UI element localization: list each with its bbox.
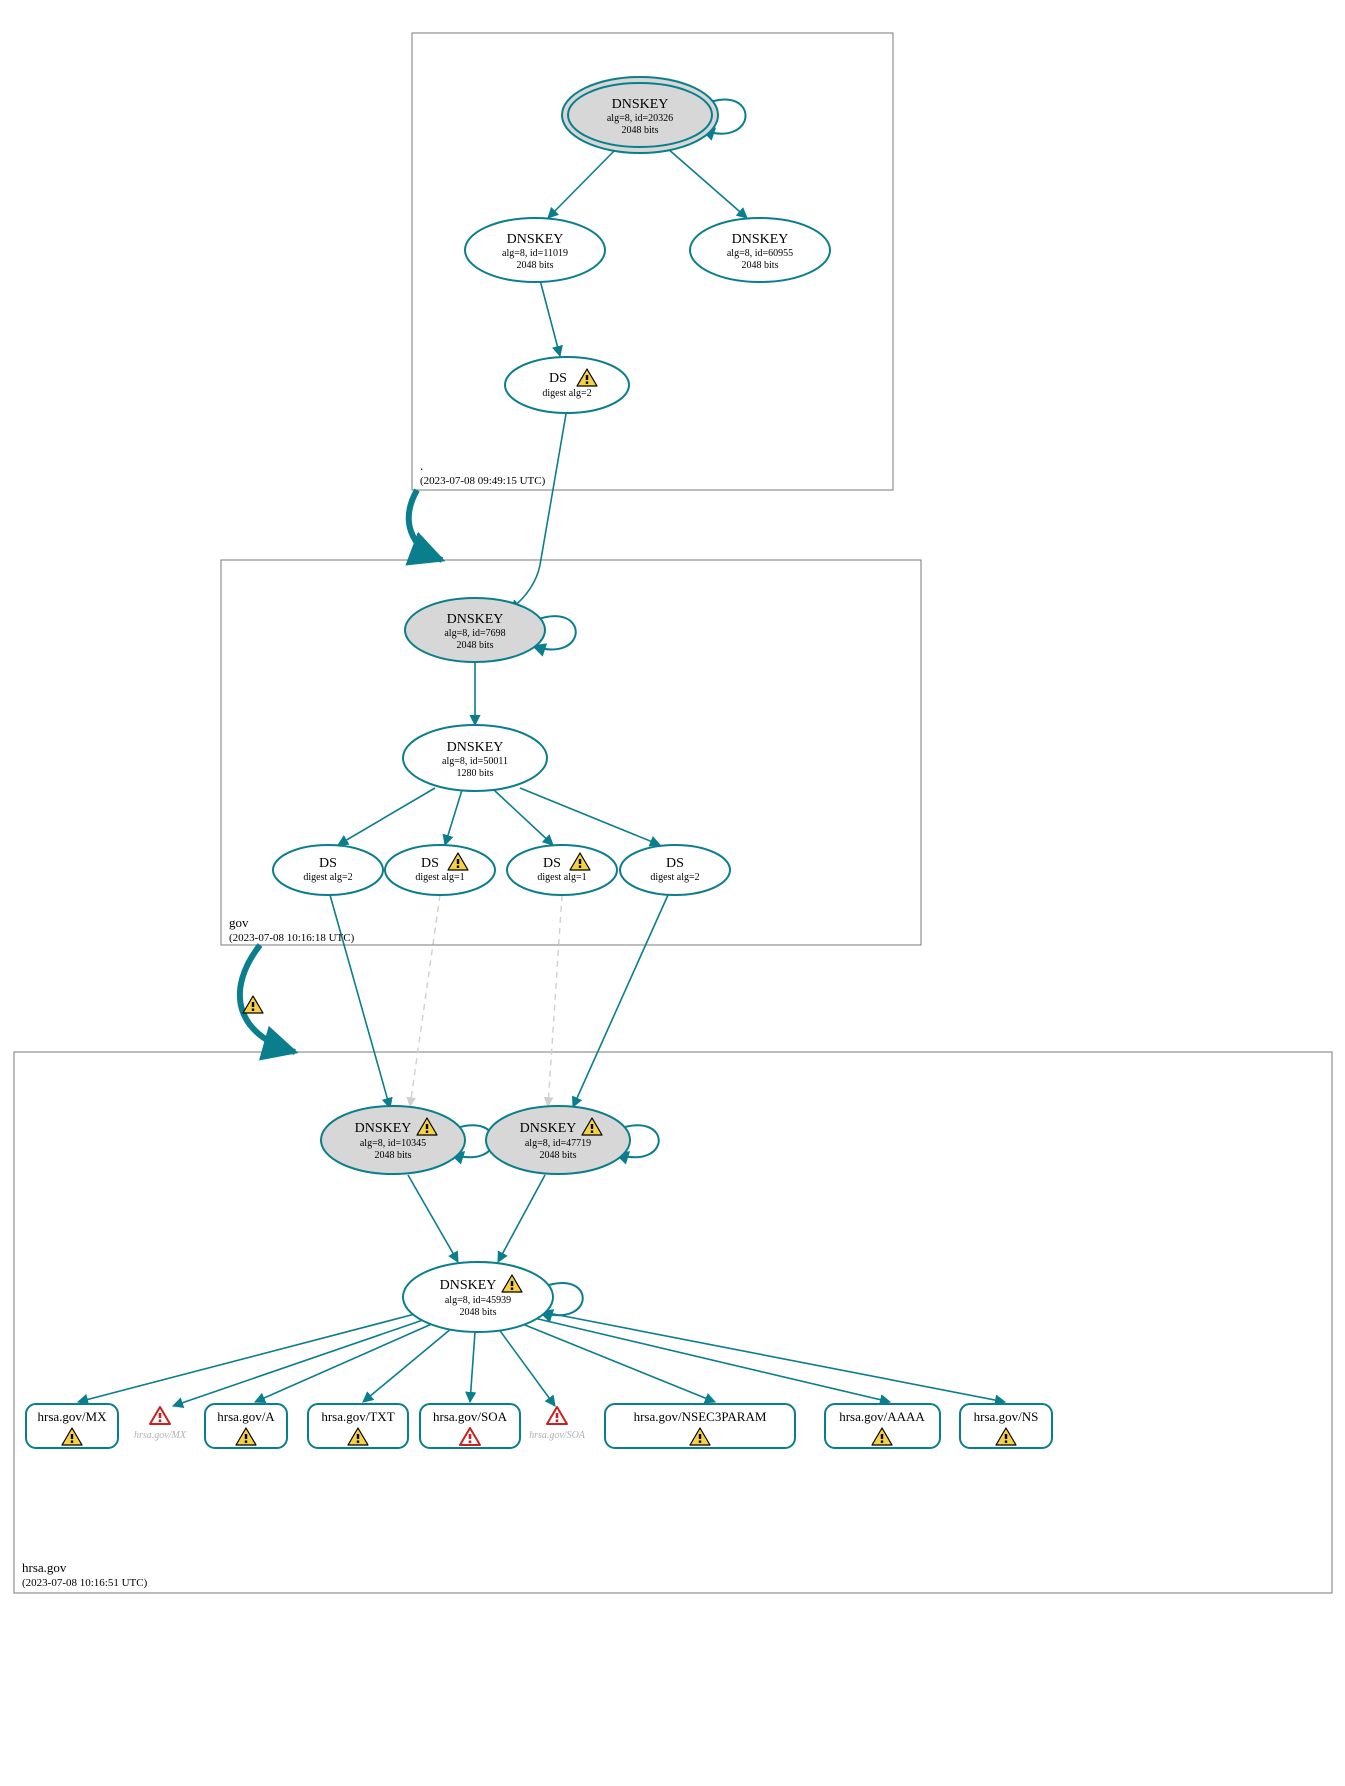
svg-text:DS: DS [666, 856, 684, 871]
edge-gov-zsk-ds1 [338, 788, 435, 845]
node-root-ksk[interactable]: DNSKEY alg=8, id=20326 2048 bits [562, 77, 718, 153]
svg-text:DNSKEY: DNSKEY [440, 1278, 497, 1293]
svg-text:hrsa.gov/AAAA: hrsa.gov/AAAA [839, 1409, 925, 1424]
svg-text:2048 bits: 2048 bits [517, 260, 554, 271]
svg-text:alg=8, id=7698: alg=8, id=7698 [444, 628, 505, 639]
svg-text:DNSKEY: DNSKEY [355, 1121, 412, 1136]
svg-text:digest alg=1: digest alg=1 [415, 872, 464, 883]
svg-text:DNSKEY: DNSKEY [520, 1121, 577, 1136]
zone-gov-label: gov [229, 915, 249, 930]
svg-text:hrsa.gov/SOA: hrsa.gov/SOA [433, 1409, 508, 1424]
svg-text:DNSKEY: DNSKEY [507, 232, 564, 247]
edge-zsk-aaaa [534, 1318, 890, 1402]
edge-root-ksk-zsk1 [548, 148, 617, 218]
edge-zsk-soa [470, 1332, 475, 1402]
rr-a[interactable]: hrsa.gov/A [205, 1404, 287, 1448]
edge-gov-ds2-hrsa-ksk1-ghost [410, 895, 440, 1106]
edge-root-ds-gov-ksk [510, 414, 566, 610]
node-gov-ksk[interactable]: DNSKEY alg=8, id=7698 2048 bits [405, 598, 545, 662]
edge-zsk-a [255, 1323, 434, 1402]
zone-hrsa-label: hrsa.gov [22, 1560, 67, 1575]
svg-text:alg=8, id=45939: alg=8, id=45939 [445, 1295, 511, 1306]
edge-gov-zsk-ds4 [520, 788, 660, 845]
svg-text:alg=8, id=60955: alg=8, id=60955 [727, 248, 793, 259]
svg-text:digest alg=2: digest alg=2 [650, 872, 699, 883]
edge-zsk-mx [78, 1314, 415, 1402]
svg-text:2048 bits: 2048 bits [457, 640, 494, 651]
svg-text:1280 bits: 1280 bits [457, 768, 494, 779]
node-hrsa-ksk2[interactable]: DNSKEY alg=8, id=47719 2048 bits [486, 1106, 630, 1174]
edge-root-zsk1-ds [540, 280, 560, 356]
edge-zsk-txt [363, 1328, 452, 1402]
svg-text:DNSKEY: DNSKEY [732, 232, 789, 247]
edge-hrsa-ksk1-zsk [408, 1175, 458, 1262]
node-gov-ds1[interactable]: DS digest alg=2 [273, 845, 383, 895]
rr-ghost-mx: hrsa.gov/MX [134, 1407, 187, 1441]
zone-root-label: . [420, 458, 423, 473]
svg-text:hrsa.gov/MX: hrsa.gov/MX [38, 1409, 108, 1424]
node-gov-ds2[interactable]: DS digest alg=1 [385, 845, 495, 895]
svg-text:hrsa.gov/MX: hrsa.gov/MX [134, 1430, 187, 1441]
rr-soa[interactable]: hrsa.gov/SOA [420, 1404, 520, 1448]
edge-zsk-ghostmx [173, 1320, 423, 1406]
svg-text:hrsa.gov/A: hrsa.gov/A [217, 1409, 275, 1424]
svg-text:DNSKEY: DNSKEY [612, 97, 669, 112]
svg-text:alg=8, id=50011: alg=8, id=50011 [442, 756, 508, 767]
svg-text:alg=8, id=20326: alg=8, id=20326 [607, 113, 673, 124]
svg-text:2048 bits: 2048 bits [540, 1150, 577, 1161]
svg-text:DNSKEY: DNSKEY [447, 740, 504, 755]
svg-text:digest alg=2: digest alg=2 [542, 388, 591, 399]
edge-zsk-ghostsoa [498, 1328, 555, 1406]
zone-hrsa-time: (2023-07-08 10:16:51 UTC) [22, 1577, 148, 1589]
edge-zsk-nsec3 [520, 1323, 715, 1402]
edge-hrsa-ksk2-zsk [498, 1175, 545, 1262]
edge-gov-ds4-hrsa-ksk2 [573, 895, 668, 1107]
rr-ns[interactable]: hrsa.gov/NS [960, 1404, 1052, 1448]
node-gov-zsk[interactable]: DNSKEY alg=8, id=50011 1280 bits [403, 725, 547, 791]
node-hrsa-ksk1[interactable]: DNSKEY alg=8, id=10345 2048 bits [321, 1106, 465, 1174]
svg-text:digest alg=1: digest alg=1 [537, 872, 586, 883]
svg-text:alg=8, id=11019: alg=8, id=11019 [502, 248, 568, 259]
node-root-ds[interactable]: DS digest alg=2 [505, 357, 629, 413]
svg-text:DS: DS [549, 371, 567, 386]
svg-text:2048 bits: 2048 bits [375, 1150, 412, 1161]
rr-nsec3param[interactable]: hrsa.gov/NSEC3PARAM [605, 1404, 795, 1448]
svg-text:DS: DS [543, 856, 561, 871]
edge-gov-ds1-hrsa-ksk1 [330, 895, 390, 1108]
rr-txt[interactable]: hrsa.gov/TXT [308, 1404, 408, 1448]
node-root-zsk1[interactable]: DNSKEY alg=8, id=11019 2048 bits [465, 218, 605, 282]
warning-icon [243, 996, 263, 1013]
error-icon [547, 1407, 567, 1424]
svg-text:2048 bits: 2048 bits [622, 125, 659, 136]
svg-text:DNSKEY: DNSKEY [447, 612, 504, 627]
node-hrsa-zsk[interactable]: DNSKEY alg=8, id=45939 2048 bits [403, 1262, 553, 1332]
zone-gov-time: (2023-07-08 10:16:18 UTC) [229, 932, 355, 944]
edge-root-ksk-zsk2 [667, 148, 747, 218]
svg-text:hrsa.gov/NS: hrsa.gov/NS [974, 1409, 1039, 1424]
svg-text:hrsa.gov/TXT: hrsa.gov/TXT [321, 1409, 394, 1424]
rr-ghost-soa: hrsa.gov/SOA [529, 1407, 586, 1441]
svg-text:2048 bits: 2048 bits [742, 260, 779, 271]
svg-text:alg=8, id=10345: alg=8, id=10345 [360, 1138, 426, 1149]
edge-zsk-ns [543, 1312, 1005, 1402]
svg-text:hrsa.gov/NSEC3PARAM: hrsa.gov/NSEC3PARAM [634, 1409, 767, 1424]
node-root-zsk2[interactable]: DNSKEY alg=8, id=60955 2048 bits [690, 218, 830, 282]
svg-text:DS: DS [421, 856, 439, 871]
node-gov-ds4[interactable]: DS digest alg=2 [620, 845, 730, 895]
svg-text:DS: DS [319, 856, 337, 871]
svg-text:hrsa.gov/SOA: hrsa.gov/SOA [529, 1430, 586, 1441]
edge-gov-ds3-hrsa-ksk2-ghost [548, 895, 562, 1106]
svg-text:alg=8, id=47719: alg=8, id=47719 [525, 1138, 591, 1149]
edge-root-to-gov-delegation [409, 490, 442, 560]
svg-text:digest alg=2: digest alg=2 [303, 872, 352, 883]
rr-aaaa[interactable]: hrsa.gov/AAAA [825, 1404, 940, 1448]
svg-text:2048 bits: 2048 bits [460, 1307, 497, 1318]
edge-gov-zsk-ds2 [445, 790, 462, 845]
edge-gov-to-hrsa-delegation [240, 945, 295, 1052]
error-icon [150, 1407, 170, 1424]
rr-mx[interactable]: hrsa.gov/MX [26, 1404, 118, 1448]
node-gov-ds3[interactable]: DS digest alg=1 [507, 845, 617, 895]
zone-root-time: (2023-07-08 09:49:15 UTC) [420, 475, 546, 487]
zone-box-hrsa [14, 1052, 1332, 1593]
